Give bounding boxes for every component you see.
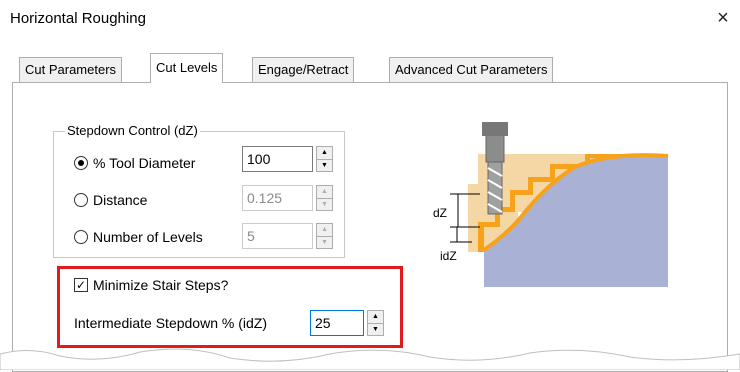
radio-distance-button[interactable] (74, 193, 88, 207)
minimize-stair-steps-checkbox[interactable]: ✓ Minimize Stair Steps? (74, 277, 228, 293)
intermediate-stepdown-spinner[interactable]: ▲ ▼ (367, 310, 384, 336)
idz-label: idZ (440, 249, 457, 263)
number-of-levels-input[interactable]: 5 (242, 223, 313, 249)
radio-number-of-levels-label: Number of Levels (93, 229, 203, 245)
tool-diameter-spinner[interactable]: ▲ ▼ (316, 146, 333, 172)
stepdown-illustration: dZ idZ (433, 122, 669, 287)
radio-number-of-levels[interactable]: Number of Levels (74, 229, 203, 245)
radio-tool-diameter-label: % Tool Diameter (93, 155, 196, 171)
spinner-down-icon[interactable]: ▼ (368, 324, 383, 336)
torn-edge (0, 348, 740, 370)
radio-tool-diameter-button[interactable] (74, 156, 88, 170)
tab-engage-retract[interactable]: Engage/Retract (252, 57, 355, 82)
spinner-down-icon[interactable]: ▼ (317, 237, 332, 249)
spinner-up-icon[interactable]: ▲ (317, 186, 332, 199)
spinner-down-icon[interactable]: ▼ (317, 160, 332, 172)
distance-input[interactable]: 0.125 (242, 185, 313, 211)
number-of-levels-spinner[interactable]: ▲ ▼ (316, 223, 333, 249)
radio-tool-diameter[interactable]: % Tool Diameter (74, 155, 195, 171)
tab-cut-parameters[interactable]: Cut Parameters (19, 57, 123, 82)
close-icon[interactable]: × (712, 8, 734, 30)
spinner-up-icon[interactable]: ▲ (368, 311, 383, 324)
tool-diameter-input[interactable]: 100 (242, 146, 313, 172)
intermediate-stepdown-label: Intermediate Stepdown % (idZ) (74, 315, 267, 331)
distance-spinner[interactable]: ▲ ▼ (316, 185, 333, 211)
radio-distance[interactable]: Distance (74, 192, 147, 208)
radio-number-of-levels-button[interactable] (74, 230, 88, 244)
spinner-up-icon[interactable]: ▲ (317, 147, 332, 160)
window-title: Horizontal Roughing (10, 10, 146, 27)
dz-label: dZ (433, 206, 447, 220)
intermediate-stepdown-input[interactable]: 25 (310, 310, 364, 336)
minimize-stair-steps-label: Minimize Stair Steps? (93, 277, 229, 293)
checkmark-icon[interactable]: ✓ (74, 278, 88, 292)
spinner-up-icon[interactable]: ▲ (317, 224, 332, 237)
stepdown-group-label: Stepdown Control (dZ) (65, 123, 200, 138)
tab-cut-levels[interactable]: Cut Levels (150, 53, 224, 83)
radio-distance-label: Distance (93, 192, 148, 208)
spinner-down-icon[interactable]: ▼ (317, 199, 332, 211)
tab-advanced-cut-parameters[interactable]: Advanced Cut Parameters (389, 57, 554, 82)
